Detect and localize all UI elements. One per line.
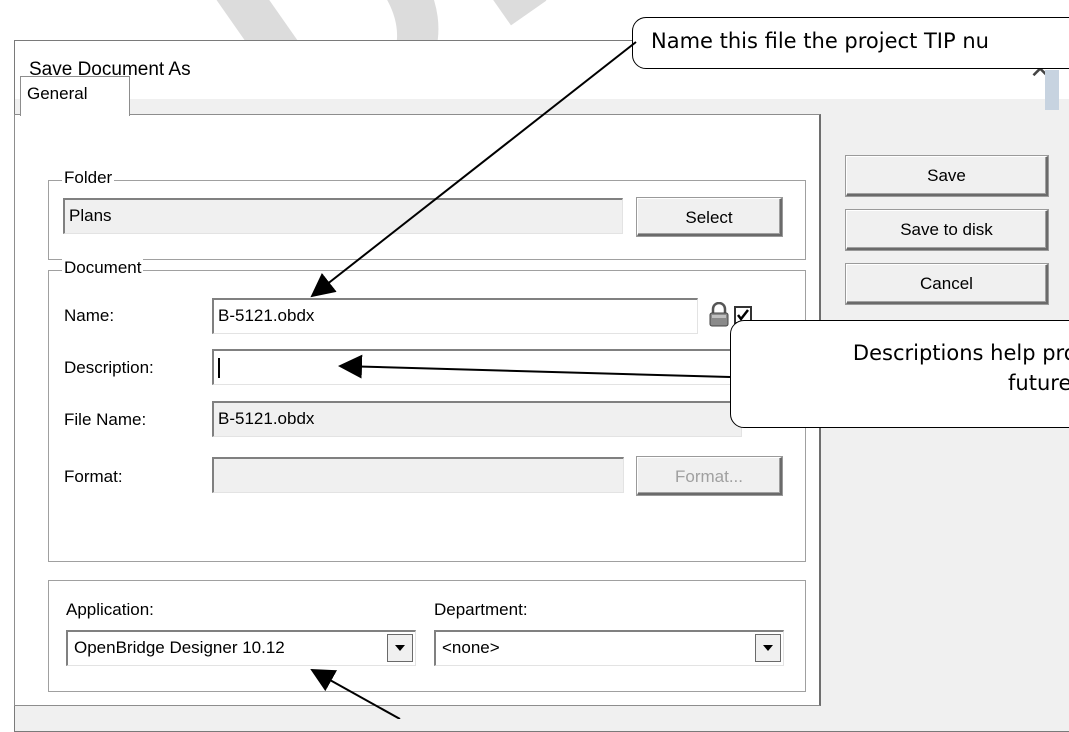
description-label: Description: [64, 358, 154, 377]
format-label: Format: [64, 467, 123, 486]
filename-label: File Name: [64, 410, 147, 429]
tab-general[interactable]: General [20, 76, 130, 116]
text-cursor [218, 357, 220, 378]
chevron-down-icon[interactable] [387, 634, 413, 662]
description-callout: Descriptions help prov future s [730, 320, 1069, 428]
application-value: OpenBridge Designer 10.12 [74, 638, 285, 657]
chevron-down-icon[interactable] [755, 634, 781, 662]
application-label: Application: [66, 600, 154, 619]
cancel-button[interactable]: Cancel [846, 264, 1048, 304]
save-button[interactable]: Save [846, 156, 1048, 196]
description-field[interactable] [212, 349, 742, 385]
department-select[interactable]: <none> [434, 630, 784, 666]
name-callout: Name this file the project TIP nu [632, 17, 1069, 69]
department-value: <none> [442, 638, 500, 657]
save-to-disk-button[interactable]: Save to disk [846, 210, 1048, 250]
format-field [212, 457, 624, 493]
application-select[interactable]: OpenBridge Designer 10.12 [66, 630, 416, 666]
folder-legend: Folder [62, 168, 115, 188]
description-callout-line1: Descriptions help prov [852, 341, 1069, 365]
document-legend: Document [62, 258, 144, 278]
window-edge [1045, 70, 1059, 110]
lock-icon[interactable] [708, 301, 730, 333]
department-label: Department: [434, 600, 528, 619]
name-label: Name: [64, 306, 115, 325]
folder-field: Plans [63, 198, 623, 234]
select-folder-button[interactable]: Select [637, 198, 782, 236]
filename-field: B-5121.obdx [212, 401, 742, 437]
name-field[interactable]: B-5121.obdx [212, 298, 698, 334]
format-button[interactable]: Format... [637, 457, 782, 495]
description-callout-line2: future s [1008, 371, 1069, 395]
